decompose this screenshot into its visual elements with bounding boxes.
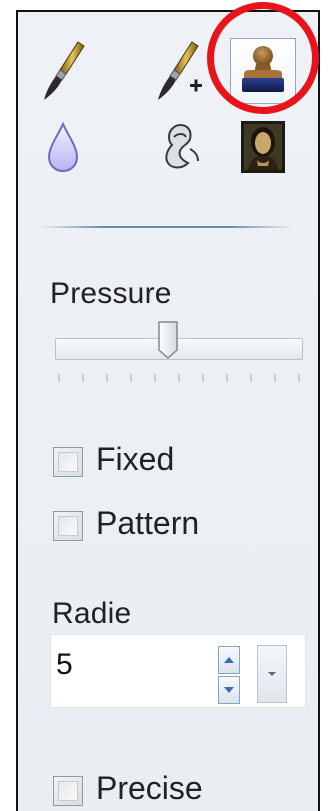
radius-decrement-button[interactable] xyxy=(218,676,240,704)
arrow-down-icon xyxy=(224,687,234,693)
pressure-label: Pressure xyxy=(50,277,172,310)
brush-plus-icon xyxy=(158,41,202,100)
pressure-slider-track[interactable] xyxy=(55,338,303,360)
tool-blur[interactable] xyxy=(30,114,96,180)
portrait-icon xyxy=(241,121,285,173)
fixed-checkbox[interactable] xyxy=(53,447,83,477)
radius-dropdown-button[interactable] xyxy=(257,645,287,703)
tool-brush-add[interactable] xyxy=(148,38,214,104)
drop-icon xyxy=(47,121,79,173)
tool-clone-stamp[interactable] xyxy=(230,38,296,104)
section-divider xyxy=(40,226,294,228)
brush-icon xyxy=(44,41,85,100)
pressure-slider-thumb[interactable] xyxy=(157,320,179,360)
arrow-up-icon xyxy=(224,657,234,663)
pattern-checkbox[interactable] xyxy=(53,511,83,541)
radius-value: 5 xyxy=(56,648,73,681)
smudge-icon xyxy=(165,123,199,169)
pressure-slider-ticks xyxy=(58,374,300,384)
tool-portrait[interactable] xyxy=(230,114,296,180)
tool-brush[interactable] xyxy=(30,38,96,104)
precise-label: Precise xyxy=(96,770,203,806)
precise-checkbox[interactable] xyxy=(53,776,83,806)
chevron-down-icon xyxy=(268,672,276,676)
tool-smudge[interactable] xyxy=(148,114,214,180)
stamp-icon xyxy=(242,46,284,92)
radius-increment-button[interactable] xyxy=(218,646,240,674)
pattern-label: Pattern xyxy=(96,505,200,541)
radius-label: Radie xyxy=(52,597,132,630)
fixed-label: Fixed xyxy=(96,441,175,477)
